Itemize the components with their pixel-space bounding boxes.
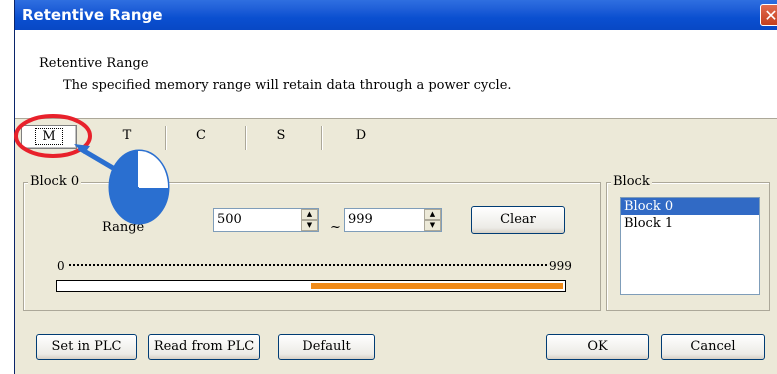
- title-bar[interactable]: Retentive Range ✕: [15, 0, 777, 30]
- clear-button[interactable]: Clear: [471, 206, 565, 234]
- block-group-label: Block: [611, 174, 652, 189]
- range-bar: [56, 280, 566, 292]
- retentive-range-dialog: Retentive Range ✕ Retentive Range The sp…: [14, 0, 777, 374]
- close-button[interactable]: ✕: [760, 4, 777, 26]
- range-bar-fill: [311, 283, 563, 289]
- default-button[interactable]: Default: [278, 334, 375, 360]
- scale-dots: [69, 264, 547, 266]
- spin-down-icon[interactable]: ▼: [424, 220, 441, 231]
- range-start-input[interactable]: 500 ▲ ▼: [213, 208, 319, 232]
- range-label: Range: [102, 220, 145, 235]
- window-title: Retentive Range: [22, 6, 163, 24]
- block-listbox[interactable]: Block 0 Block 1: [620, 197, 760, 295]
- range-separator: ~: [330, 220, 341, 235]
- range-end-value: 999: [348, 212, 373, 227]
- spin-down-icon[interactable]: ▼: [301, 220, 318, 231]
- tab-t[interactable]: T: [107, 122, 147, 150]
- close-icon: ✕: [764, 6, 777, 25]
- scale-max-label: 999: [549, 259, 572, 273]
- scale-min-label: 0: [57, 259, 65, 273]
- spin-up-icon[interactable]: ▲: [301, 209, 318, 220]
- tab-separator: [165, 126, 167, 150]
- tab-m[interactable]: M: [21, 125, 77, 149]
- range-start-value: 500: [217, 212, 242, 227]
- set-in-plc-button[interactable]: Set in PLC: [36, 334, 137, 360]
- tab-c[interactable]: C: [181, 122, 221, 150]
- ok-button[interactable]: OK: [546, 334, 649, 360]
- cancel-button[interactable]: Cancel: [661, 334, 765, 360]
- range-end-spinner: ▲ ▼: [424, 209, 441, 231]
- block-range-group-label: Block 0: [28, 174, 82, 189]
- tab-separator: [245, 126, 247, 150]
- list-item-block-0[interactable]: Block 0: [621, 198, 759, 215]
- tab-d[interactable]: D: [341, 122, 381, 150]
- header-description: The specified memory range will retain d…: [63, 78, 512, 93]
- read-from-plc-button[interactable]: Read from PLC: [148, 334, 260, 360]
- header-title: Retentive Range: [39, 56, 149, 71]
- list-item-block-1[interactable]: Block 1: [621, 215, 759, 232]
- header-pane: Retentive Range The specified memory ran…: [15, 30, 777, 119]
- tab-s[interactable]: S: [261, 122, 301, 150]
- spin-up-icon[interactable]: ▲: [424, 209, 441, 220]
- range-end-input[interactable]: 999 ▲ ▼: [344, 208, 442, 232]
- tab-separator: [321, 126, 323, 150]
- range-start-spinner: ▲ ▼: [301, 209, 318, 231]
